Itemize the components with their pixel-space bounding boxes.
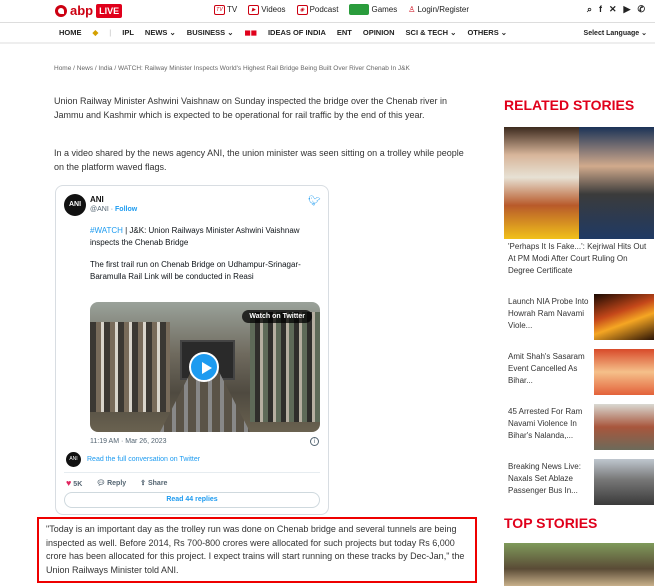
games-icon: [349, 4, 370, 15]
read-conversation-link[interactable]: ANI Read the full conversation on Twitte…: [66, 452, 200, 467]
hashtag-link[interactable]: #WATCH: [90, 226, 123, 235]
ipl-logo-icon[interactable]: ◆: [93, 28, 99, 37]
nav-news[interactable]: NEWS ⌄: [145, 28, 176, 37]
story-thumbnail[interactable]: [594, 349, 654, 395]
language-select[interactable]: Select Language ⌄: [584, 29, 647, 37]
story-thumbnail[interactable]: [594, 404, 654, 450]
related-stories-heading: RELATED STORIES: [504, 97, 635, 113]
main-nav: HOME ◆ | IPL NEWS ⌄ BUSINESS ⌄ ◼◼ IDEAS …: [0, 22, 655, 44]
games-link[interactable]: Games: [349, 4, 397, 15]
live-badge: LIVE: [96, 3, 123, 18]
nav-ideas-of-india[interactable]: IDEAS OF INDIA: [268, 28, 326, 37]
nav-home[interactable]: HOME: [59, 28, 82, 37]
nav-others[interactable]: OTHERS ⌄: [467, 28, 507, 37]
watch-on-twitter-button[interactable]: Watch on Twitter: [242, 310, 312, 323]
top-story-image[interactable]: [504, 543, 654, 586]
article-paragraph: In a video shared by the news agency ANI…: [54, 148, 464, 172]
youtube-icon[interactable]: ▶: [624, 4, 631, 15]
share-icon: ⇪: [140, 480, 147, 487]
social-icons: ⌕ f ✕ ▶ ✆: [587, 4, 645, 15]
tweet-actions: ♥ 5K 💬︎ Reply ⇪ Share: [66, 478, 167, 488]
whatsapp-icon[interactable]: ✆: [637, 4, 645, 15]
tweet-text-line: The first trail run on Chenab Bridge on …: [90, 260, 301, 281]
read-replies-button[interactable]: Read 44 replies: [64, 492, 320, 508]
related-story-item[interactable]: Breaking News Live: Naxals Set Ablaze Pa…: [504, 459, 654, 505]
story-photo: [579, 127, 654, 239]
divider: [64, 472, 320, 473]
video-frame-crowd: [90, 322, 170, 412]
tweet-author-name[interactable]: ANI: [90, 195, 104, 204]
top-bar: abp LIVE TV TV ▶ Videos ◉ Podcast Games ♙ Lo…: [0, 0, 655, 22]
share-button[interactable]: ⇪ Share: [140, 479, 167, 487]
tv-icon: TV: [214, 4, 225, 15]
related-story-title[interactable]: 'Perhaps It Is Fake...': Kejriwal Hits O…: [508, 241, 652, 277]
nav-ipl[interactable]: IPL: [122, 28, 134, 37]
related-story-title[interactable]: Launch NIA Probe Into Howrah Ram Navami …: [508, 296, 591, 332]
tweet-video[interactable]: Watch on Twitter: [90, 302, 320, 432]
highlighted-quote: "Today is an important day as the trolle…: [37, 517, 477, 583]
related-story-title[interactable]: Amit Shah's Sasaram Event Cancelled As B…: [508, 351, 591, 387]
reply-icon: 💬︎: [96, 480, 106, 487]
facebook-icon[interactable]: f: [599, 4, 602, 15]
logo-text: abp: [70, 3, 94, 18]
story-thumbnail[interactable]: [594, 459, 654, 505]
videos-link[interactable]: ▶ Videos: [248, 4, 286, 15]
nav-sci-tech[interactable]: SCI & TECH ⌄: [406, 28, 457, 37]
conversation-label: Read the full conversation on Twitter: [87, 456, 201, 463]
avatar[interactable]: ANI: [64, 194, 86, 216]
avatar: ANI: [66, 452, 81, 467]
nav-ent[interactable]: ENT: [337, 28, 352, 37]
abp-logo-icon: [55, 4, 67, 17]
tweet-handle: @ANI · Follow: [90, 206, 138, 213]
video-icon: ▶: [248, 4, 260, 15]
tv-link[interactable]: TV TV: [214, 4, 237, 15]
nav-business[interactable]: BUSINESS ⌄: [187, 28, 234, 37]
tweet-text: #WATCH | J&K: Union Railways Minister As…: [90, 225, 320, 282]
video-frame-crowd: [250, 312, 320, 422]
article-paragraph: Union Railway Minister Ashwini Vaishnaw …: [54, 96, 448, 120]
twitter-bird-icon[interactable]: 🐦︎: [308, 196, 321, 207]
nav-opinion[interactable]: OPINION: [363, 28, 395, 37]
tweet-timestamp[interactable]: 11:19 AM · Mar 26, 2023: [90, 438, 167, 445]
related-story-item[interactable]: Launch NIA Probe Into Howrah Ram Navami …: [504, 294, 654, 340]
info-icon[interactable]: i: [310, 437, 319, 446]
twitter-icon[interactable]: ✕: [609, 4, 617, 15]
related-story-title[interactable]: 45 Arrested For Ram Navami Violence In B…: [508, 406, 591, 442]
story-photo: [504, 127, 579, 239]
story-thumbnail[interactable]: [594, 294, 654, 340]
nav-divider: |: [109, 28, 112, 37]
breadcrumb: Home / News / India / WATCH: Railway Min…: [54, 65, 410, 72]
related-story-item[interactable]: Amit Shah's Sasaram Event Cancelled As B…: [504, 349, 654, 395]
related-story-title[interactable]: Breaking News Live: Naxals Set Ablaze Pa…: [508, 461, 591, 497]
podcast-link[interactable]: ◉ Podcast: [296, 4, 338, 15]
play-icon[interactable]: [189, 352, 219, 382]
podcast-icon: ◉: [296, 4, 308, 15]
embedded-tweet: ANI ANI @ANI · Follow 🐦︎ #WATCH | J&K: U…: [55, 185, 329, 515]
heart-icon: ♥: [66, 478, 72, 488]
user-icon: ♙: [408, 5, 416, 14]
related-story-image[interactable]: [504, 127, 654, 239]
follow-link[interactable]: Follow: [115, 206, 137, 213]
related-story-item[interactable]: 45 Arrested For Ram Navami Violence In B…: [504, 404, 654, 450]
login-link[interactable]: ♙ Login/Register: [408, 4, 469, 15]
reply-button[interactable]: 💬︎ Reply: [96, 479, 126, 487]
abp-live-logo[interactable]: abp LIVE: [55, 3, 123, 18]
top-links: TV TV ▶ Videos ◉ Podcast Games ♙ Login/Regis…: [214, 4, 469, 15]
abp-anant-logo-icon[interactable]: ◼◼: [245, 28, 257, 37]
like-button[interactable]: ♥ 5K: [66, 478, 82, 488]
search-icon[interactable]: ⌕: [587, 4, 592, 15]
top-stories-heading: TOP STORIES: [504, 515, 598, 531]
